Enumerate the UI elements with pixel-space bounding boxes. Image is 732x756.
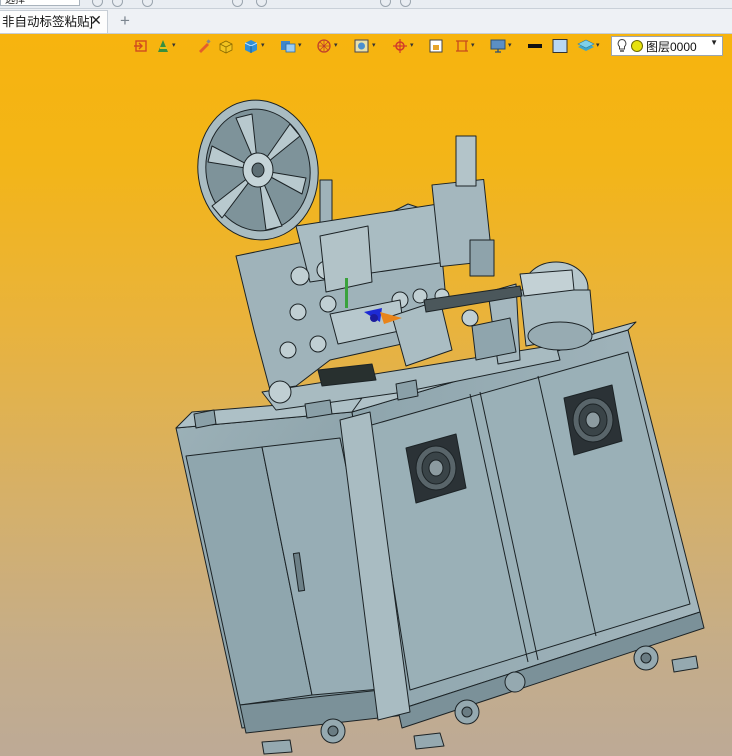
- 3d-viewport[interactable]: ▾ ▾ ▾ ▾ ▾ ▾ ▾ ▾ ▾ 图层0000 ▼: [0, 34, 732, 756]
- document-tabbar: 非自动标签粘贴] ✕ +: [0, 9, 732, 34]
- history-icon[interactable]: [142, 0, 153, 7]
- tool-shaded[interactable]: ▾: [242, 37, 265, 55]
- tool-dynamic-annotation[interactable]: [196, 37, 212, 55]
- display-style-icon: [219, 40, 233, 54]
- tool-view-orient[interactable]: [133, 37, 149, 55]
- tool-edit-appearance[interactable]: ▾: [353, 37, 376, 55]
- tab-close-button[interactable]: ✕: [89, 13, 103, 28]
- crosshair-icon: [393, 39, 407, 53]
- fill-color-icon: [552, 39, 568, 53]
- chevron-down-icon: ▾: [334, 42, 338, 49]
- redo-icon[interactable]: [112, 0, 123, 7]
- info-icon[interactable]: [400, 0, 411, 7]
- machine-3d-model[interactable]: [170, 94, 710, 756]
- chevron-down-icon: ▾: [410, 42, 414, 49]
- tool-view-setting[interactable]: ▾: [279, 37, 302, 55]
- help-icon[interactable]: [256, 0, 267, 7]
- shaded-cube-icon: [244, 40, 258, 53]
- line-color-icon: [528, 44, 542, 48]
- options-icon[interactable]: [232, 0, 243, 7]
- tab-label: 非自动标签粘贴]: [2, 15, 93, 29]
- dimension-icon: [456, 40, 468, 52]
- tool-display-style[interactable]: [217, 37, 235, 55]
- tool-view-box[interactable]: [428, 37, 444, 55]
- layer-selector[interactable]: 图层0000 ▼: [611, 36, 723, 56]
- settings-icon[interactable]: [380, 0, 391, 7]
- section-view-icon: [158, 40, 168, 52]
- chevron-down-icon: ▾: [596, 42, 600, 49]
- chevron-down-icon: ▾: [172, 42, 176, 49]
- selection-dropdown[interactable]: 选择: [0, 0, 80, 6]
- new-tab-button[interactable]: +: [117, 12, 133, 30]
- appearance-icon: [354, 39, 369, 53]
- chevron-down-icon: ▾: [261, 42, 265, 49]
- chevron-down-icon: ▼: [710, 38, 718, 47]
- lightbulb-icon: [617, 38, 627, 52]
- tool-monitor[interactable]: ▾: [489, 37, 512, 55]
- chevron-down-icon: ▾: [508, 42, 512, 49]
- view-orient-icon: [134, 40, 147, 52]
- chevron-down-icon: ▾: [372, 42, 376, 49]
- layers-icon: [577, 39, 595, 51]
- pencil-icon: [199, 39, 211, 53]
- undo-icon[interactable]: [92, 0, 103, 7]
- layer-selector-value: 图层0000: [646, 39, 697, 54]
- monitor-icon: [490, 39, 506, 53]
- chevron-down-icon: ▾: [298, 42, 302, 49]
- tool-dimension[interactable]: ▾: [454, 37, 475, 55]
- tool-line-color[interactable]: [526, 37, 544, 55]
- tool-fill-color[interactable]: [551, 37, 569, 55]
- frame-icon: [429, 39, 443, 53]
- tool-hide-show[interactable]: ▾: [315, 37, 338, 55]
- tool-scene[interactable]: ▾: [391, 37, 414, 55]
- chevron-down-icon: ▾: [471, 42, 475, 49]
- tool-section[interactable]: ▾: [155, 37, 176, 55]
- eye-icon: [317, 39, 331, 53]
- tool-layers[interactable]: ▾: [577, 37, 600, 55]
- quick-access-strip: 选择: [0, 0, 732, 9]
- layer-color-icon: [631, 40, 643, 52]
- view-setting-icon: [281, 41, 296, 53]
